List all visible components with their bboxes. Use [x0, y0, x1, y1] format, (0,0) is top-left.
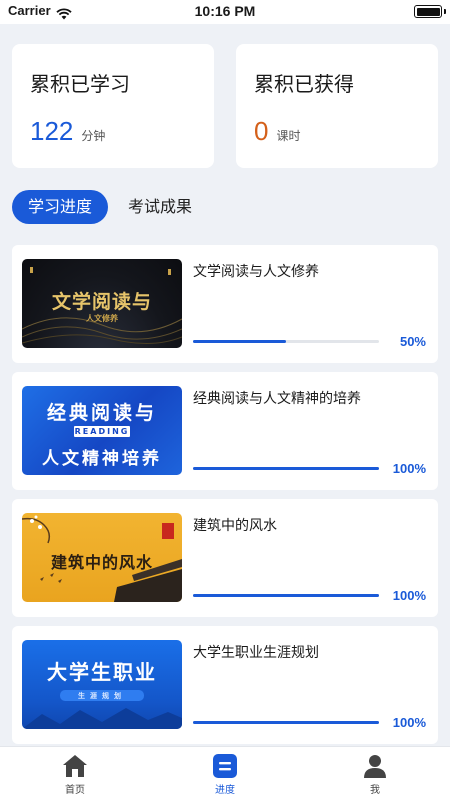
tabbar-label: 进度 — [215, 785, 235, 796]
tabbar-item-progress[interactable]: 进度 — [185, 753, 265, 796]
progress-bar — [193, 721, 379, 724]
progress-bar — [193, 340, 379, 343]
stat-value: 122 — [30, 116, 74, 146]
stat-title: 累积已学习 — [30, 72, 130, 96]
course-thumbnail: 大学生职业 生涯规划 — [22, 640, 182, 729]
course-thumbnail: 经典阅读与 READING 人文精神培养 — [22, 386, 182, 475]
progress-percent: 100% — [392, 715, 426, 730]
battery-icon — [414, 5, 446, 18]
tab-exam-results[interactable]: 考试成果 — [112, 190, 208, 224]
bottom-tab-bar: 首页 进度 我 — [0, 746, 450, 800]
stat-unit: 分钟 — [81, 129, 106, 143]
stat-card-studied: 累积已学习 122 分钟 — [12, 44, 214, 168]
progress-fill — [193, 340, 286, 343]
tabbar-item-home[interactable]: 首页 — [35, 753, 115, 796]
progress-percent: 100% — [392, 588, 426, 603]
progress-percent: 50% — [399, 334, 426, 349]
clock: 10:16 PM — [194, 3, 256, 19]
progress-bar — [193, 594, 379, 597]
tab-study-progress[interactable]: 学习进度 — [12, 190, 109, 224]
thumbnail-subtitle: 生涯规划 — [78, 692, 126, 700]
progress-bar — [193, 467, 379, 470]
course-card[interactable]: 经典阅读与 READING 人文精神培养 经典阅读与人文精神的培养 100% — [12, 372, 438, 490]
course-card[interactable]: 建筑中的风水 建筑中的风水 100% — [12, 499, 438, 617]
thumbnail-title: 文学阅读与 — [51, 291, 152, 313]
thumbnail-title: 大学生职业 — [47, 660, 157, 684]
thumbnail-badge: READING — [74, 427, 130, 436]
course-title: 建筑中的风水 — [193, 518, 277, 534]
status-bar: Carrier 10:16 PM — [0, 0, 450, 24]
thumbnail-title: 经典阅读与 — [46, 402, 157, 424]
tabbar-label: 我 — [370, 785, 380, 796]
course-title: 大学生职业生涯规划 — [193, 645, 319, 661]
stat-unit: 课时 — [276, 129, 301, 143]
course-title: 文学阅读与人文修养 — [193, 264, 319, 280]
thumbnail-subtitle: 人文修养 — [86, 314, 118, 323]
progress-fill — [193, 721, 379, 724]
progress-icon — [213, 754, 237, 778]
stat-value: 0 — [254, 116, 269, 146]
stat-card-earned: 累积已获得 0 课时 — [236, 44, 438, 168]
progress-fill — [193, 467, 379, 470]
tabbar-label: 首页 — [65, 785, 85, 796]
progress-fill — [193, 594, 379, 597]
course-thumbnail: 建筑中的风水 — [22, 513, 182, 602]
segment-tabs: 学习进度 考试成果 — [12, 190, 208, 224]
course-thumbnail: 文学阅读与 人文修养 — [22, 259, 182, 348]
person-icon — [364, 755, 386, 778]
stat-title: 累积已获得 — [254, 72, 354, 96]
progress-percent: 100% — [392, 461, 426, 476]
home-icon — [63, 755, 87, 777]
course-card[interactable]: 大学生职业 生涯规划 大学生职业生涯规划 100% — [12, 626, 438, 744]
thumbnail-subtitle: 人文精神培养 — [42, 449, 162, 469]
thumbnail-title: 建筑中的风水 — [50, 553, 153, 572]
tabbar-item-me[interactable]: 我 — [335, 753, 415, 796]
course-title: 经典阅读与人文精神的培养 — [193, 391, 361, 407]
course-card[interactable]: 文学阅读与 人文修养 文学阅读与人文修养 50% — [12, 245, 438, 363]
